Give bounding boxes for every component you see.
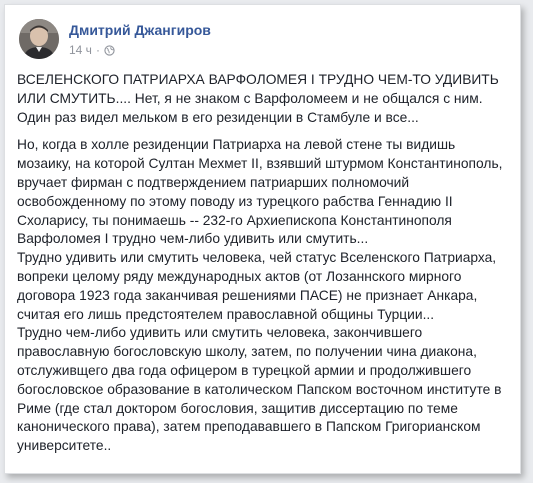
post-body: ВСЕЛЕНСКОГО ПАТРИАРХА ВАРФОЛОМЕЯ I ТРУДН… xyxy=(17,71,511,456)
post-card: Дмитрий Джангиров 14 ч · ВСЕЛЕНСКОГО ПАТ… xyxy=(4,4,521,474)
post-paragraph-4: Трудно чем-либо удивить или смутить чело… xyxy=(17,325,502,454)
author-name-link[interactable]: Дмитрий Джангиров xyxy=(69,22,211,38)
post-paragraph-2: Но, когда в холле резиденции Патриарха н… xyxy=(17,137,503,247)
post-timestamp[interactable]: 14 ч xyxy=(69,43,92,57)
post-meta: 14 ч · xyxy=(69,43,115,57)
avatar-photo-icon xyxy=(19,19,59,59)
post-paragraph-1: ВСЕЛЕНСКОГО ПАТРИАРХА ВАРФОЛОМЕЯ I ТРУДН… xyxy=(17,72,499,125)
meta-separator: · xyxy=(95,43,100,57)
post-paragraph-3: Трудно удивить или смутить человека, чей… xyxy=(17,250,497,322)
post-header: Дмитрий Джангиров 14 ч · xyxy=(19,19,499,65)
author-avatar[interactable] xyxy=(19,19,59,59)
globe-icon[interactable] xyxy=(104,44,115,56)
